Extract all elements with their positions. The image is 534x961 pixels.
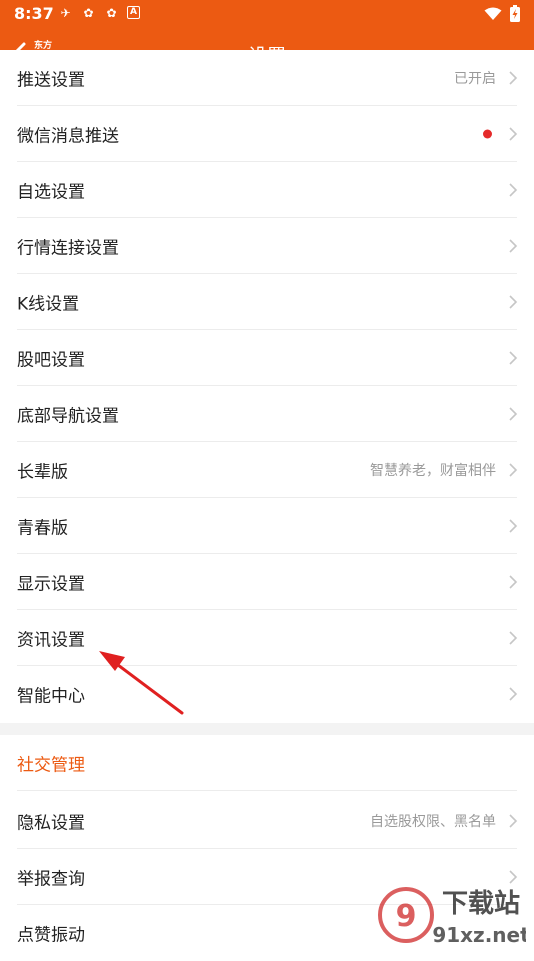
svg-text:9: 9	[396, 899, 417, 934]
site-watermark: 9 下载站 91xz.net	[378, 887, 526, 947]
watermark-text-top: 下载站	[442, 889, 520, 919]
annotation-arrow	[99, 651, 184, 715]
watermark-text-bottom: 91xz.net	[432, 923, 526, 947]
